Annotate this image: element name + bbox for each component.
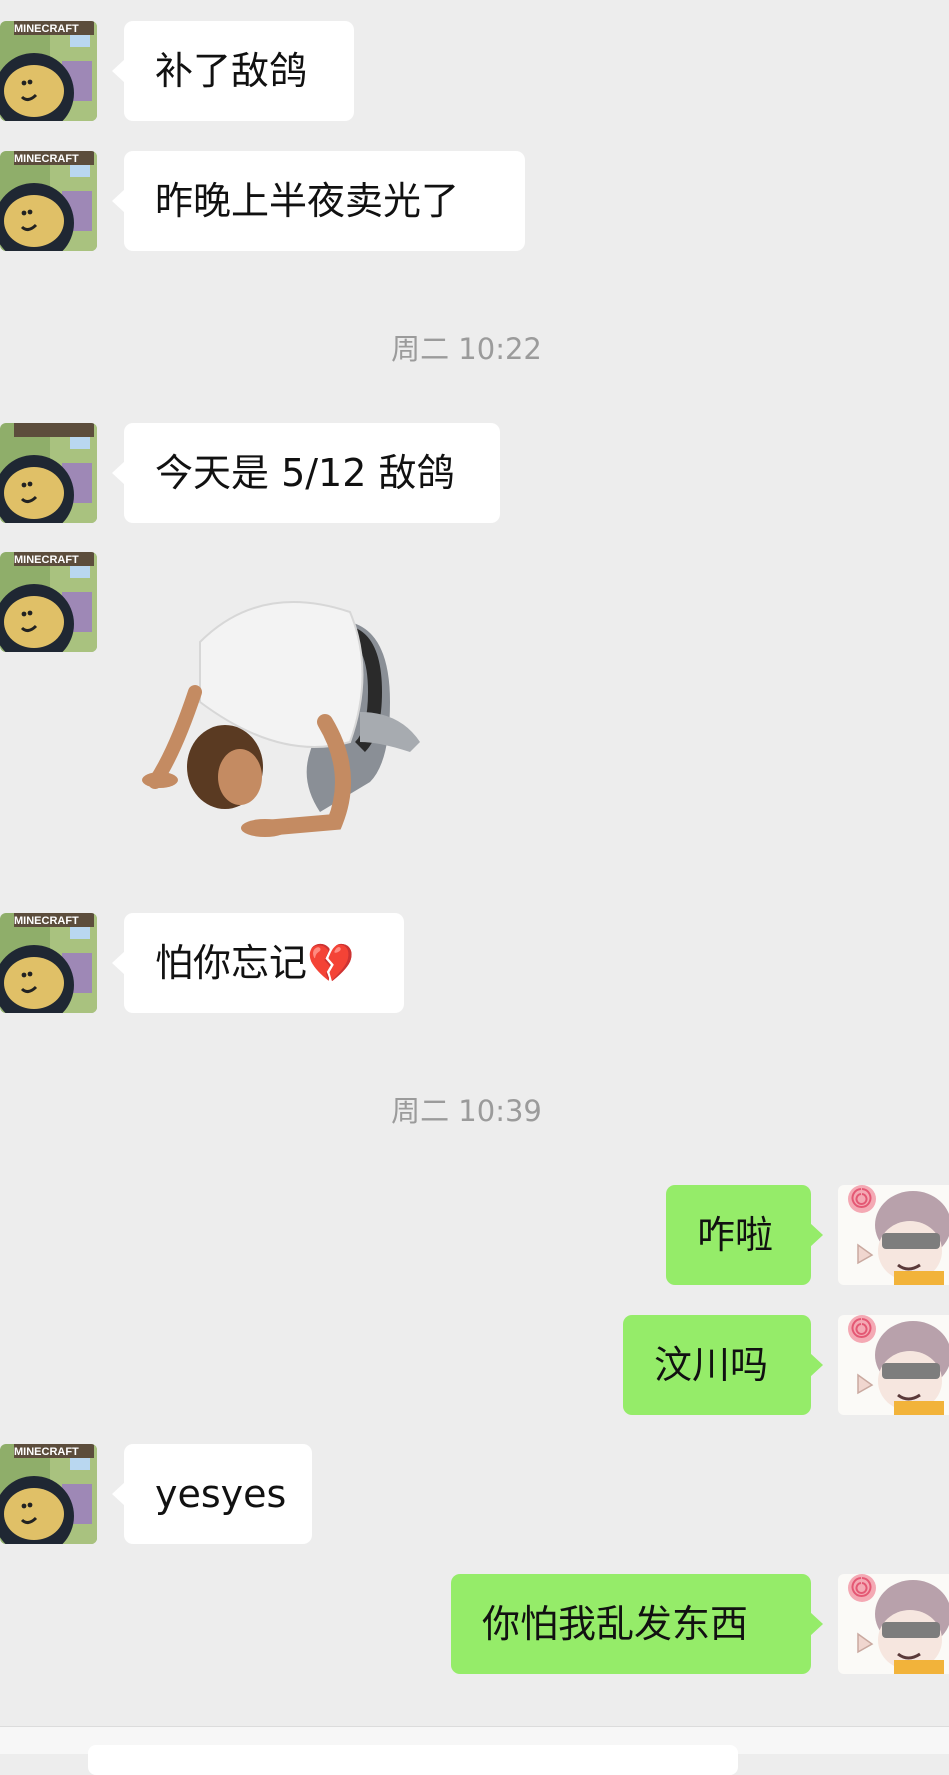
avatar-logo-text: MINECRAFT [14, 1446, 79, 1458]
avatar-logo-text: MINECRAFT [14, 153, 79, 165]
outgoing-message-bubble[interactable]: 咋啦 [666, 1185, 823, 1285]
incoming-message-bubble[interactable]: 今天是 5/12 敌鸽 [112, 423, 500, 523]
anime-girl-lollipop-avatar-icon [838, 1574, 949, 1674]
message-text: 怕你忘记💔 [155, 941, 355, 985]
contact-avatar[interactable]: MINECRAFT [0, 151, 97, 251]
kneeling-man-sticker[interactable] [140, 562, 440, 892]
message-text: 汶川吗 [654, 1343, 769, 1387]
incoming-message-bubble[interactable]: 昨晚上半夜卖光了 [112, 151, 525, 251]
anime-girl-lollipop-avatar-icon [838, 1185, 949, 1285]
timestamp: 周二 10:39 [391, 1094, 542, 1128]
self-avatar[interactable] [838, 1315, 949, 1415]
kneeling-man-icon [142, 601, 420, 837]
outgoing-message-bubble[interactable]: 汶川吗 [623, 1315, 823, 1415]
contact-avatar[interactable] [0, 423, 97, 523]
incoming-message-bubble[interactable]: 补了敌鸽 [112, 21, 354, 121]
avatar-logo-text: MINECRAFT [14, 23, 79, 35]
self-avatar[interactable] [838, 1185, 949, 1285]
message-text: 你怕我乱发东西 [482, 1602, 749, 1646]
minecraft-hooded-character-avatar-icon: MINECRAFT [0, 21, 97, 121]
incoming-message-bubble[interactable]: yesyes [112, 1444, 312, 1544]
minecraft-hooded-character-avatar-icon: MINECRAFT [0, 913, 97, 1013]
message-text: 今天是 5/12 敌鸽 [155, 451, 455, 495]
self-avatar[interactable] [838, 1574, 949, 1674]
avatar-logo-text: MINECRAFT [14, 915, 79, 927]
contact-avatar[interactable]: MINECRAFT [0, 21, 97, 121]
minecraft-hooded-character-avatar-icon: MINECRAFT [0, 552, 97, 652]
message-text: yesyes [155, 1472, 287, 1516]
timestamp: 周二 10:22 [391, 332, 542, 366]
anime-girl-lollipop-avatar-icon [838, 1315, 949, 1415]
message-text: 昨晚上半夜卖光了 [155, 179, 460, 223]
message-text: 咋啦 [697, 1213, 774, 1257]
minecraft-hooded-character-avatar-icon: MINECRAFT [0, 151, 97, 251]
minecraft-hooded-character-avatar-icon [0, 423, 97, 523]
contact-avatar[interactable]: MINECRAFT [0, 552, 97, 652]
contact-avatar[interactable]: MINECRAFT [0, 1444, 97, 1544]
message-input[interactable] [88, 1745, 738, 1775]
outgoing-message-bubble[interactable]: 你怕我乱发东西 [451, 1574, 823, 1674]
incoming-message-bubble[interactable]: 怕你忘记💔 [112, 913, 404, 1013]
avatar-logo-text: MINECRAFT [14, 554, 79, 566]
input-toolbar [0, 1726, 949, 1775]
message-text: 补了敌鸽 [155, 49, 308, 93]
contact-avatar[interactable]: MINECRAFT [0, 913, 97, 1013]
minecraft-hooded-character-avatar-icon: MINECRAFT [0, 1444, 97, 1544]
